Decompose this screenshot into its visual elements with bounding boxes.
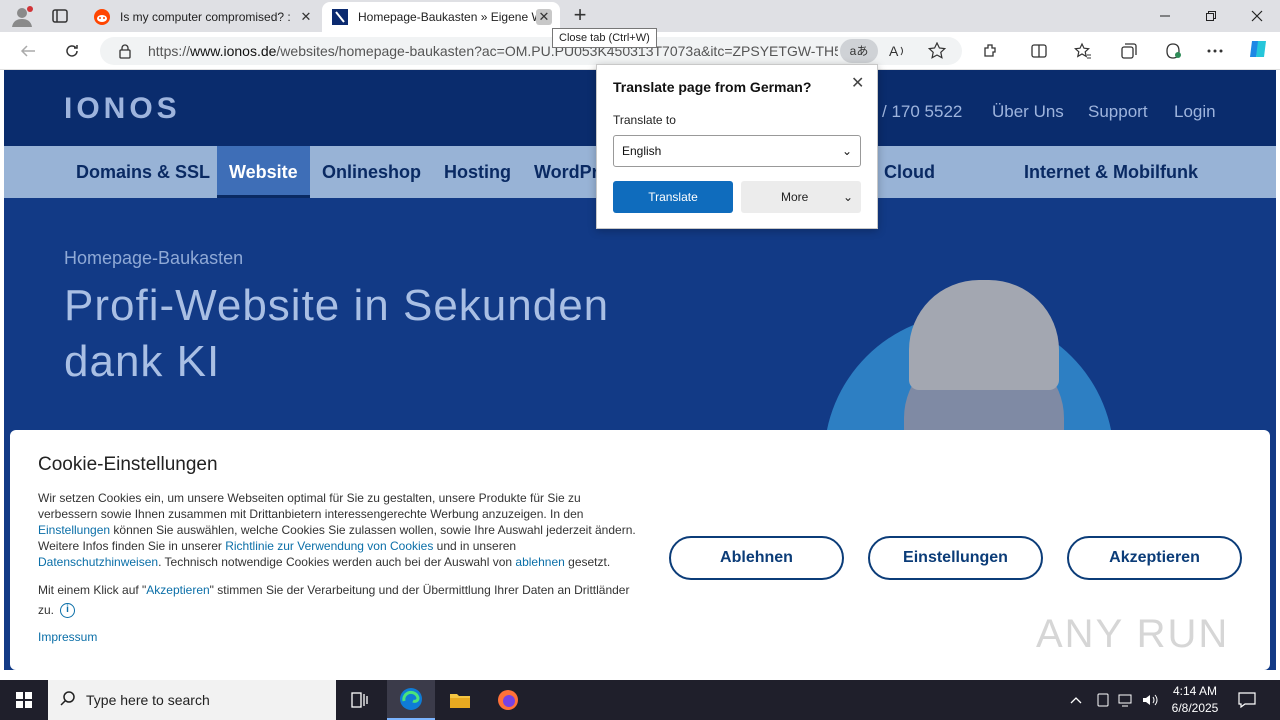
file-explorer-icon[interactable] xyxy=(436,680,484,720)
cookie-title: Cookie-Einstellungen xyxy=(38,454,218,475)
translate-button[interactable]: Translate xyxy=(613,181,733,213)
tab-ionos[interactable]: Homepage-Baukasten » Eigene W ✕ xyxy=(322,2,560,32)
menu-domains[interactable]: Domains & SSL xyxy=(76,146,210,198)
tab-reddit[interactable]: Is my computer compromised? : ✕ xyxy=(84,2,322,32)
translate-title: Translate page from German? xyxy=(613,79,812,95)
volume-icon[interactable] xyxy=(1142,680,1158,720)
settings-button[interactable]: Einstellungen xyxy=(868,536,1043,580)
hero-headline: Profi-Website in Sekunden dank KI xyxy=(64,281,610,386)
menu-hosting[interactable]: Hosting xyxy=(444,146,511,198)
chevron-down-icon: ⌄ xyxy=(842,190,853,204)
url-text[interactable]: https://www.ionos.de/websites/homepage-b… xyxy=(148,43,838,59)
reject-button[interactable]: Ablehnen xyxy=(669,536,844,580)
profile-icon[interactable] xyxy=(8,4,36,28)
tab-title: Is my computer compromised? : xyxy=(120,10,291,24)
task-view-icon[interactable] xyxy=(336,680,384,720)
tab-title: Homepage-Baukasten » Eigene W xyxy=(358,10,536,24)
header-link-support[interactable]: Support xyxy=(1088,102,1148,122)
clock-date: 6/8/2025 xyxy=(1171,701,1219,715)
favorites-icon[interactable] xyxy=(1072,40,1094,62)
header-link-about[interactable]: Über Uns xyxy=(992,102,1064,122)
hero-kicker: Homepage-Baukasten xyxy=(64,248,244,268)
menu-internet[interactable]: Internet & Mobilfunk xyxy=(1024,146,1198,198)
translate-icon[interactable]: aあ xyxy=(840,39,878,63)
cookie-consent-text: Mit einem Klick auf "Akzeptieren" stimme… xyxy=(38,583,630,619)
browser-essentials-icon[interactable] xyxy=(1162,40,1184,62)
menu-website[interactable]: Website xyxy=(217,146,310,198)
header-link-login[interactable]: Login xyxy=(1174,102,1216,122)
windows-start-icon[interactable] xyxy=(0,680,48,720)
impressum-link[interactable]: Impressum xyxy=(38,630,97,644)
link-privacy[interactable]: Datenschutzhinweisen xyxy=(38,555,158,569)
refresh-icon[interactable] xyxy=(58,38,86,64)
split-screen-icon[interactable] xyxy=(1028,40,1050,62)
read-aloud-icon[interactable]: A xyxy=(888,42,906,65)
link-cookie-policy[interactable]: Richtlinie zur Verwendung von Cookies xyxy=(225,539,433,553)
accept-button[interactable]: Akzeptieren xyxy=(1067,536,1242,580)
link-ablehnen[interactable]: ablehnen xyxy=(515,555,564,569)
info-icon[interactable]: i xyxy=(60,603,76,619)
close-tab-icon[interactable]: ✕ xyxy=(536,9,552,25)
close-tab-icon[interactable]: ✕ xyxy=(298,9,314,25)
minimize-icon[interactable] xyxy=(1142,0,1188,32)
back-icon[interactable] xyxy=(14,38,42,64)
search-icon xyxy=(60,690,76,711)
phone-number[interactable]: / 170 5522 xyxy=(882,102,962,122)
translate-popup: Translate page from German? ✕ Translate … xyxy=(596,64,878,229)
tab-actions-icon[interactable] xyxy=(46,4,74,28)
extensions-icon[interactable] xyxy=(980,40,1002,62)
link-einstellungen[interactable]: Einstellungen xyxy=(38,523,110,537)
language-select[interactable]: English ⌄ xyxy=(613,135,861,167)
more-button[interactable]: More ⌄ xyxy=(741,181,861,213)
taskbar: Type here to search 4:14 AM 6/8/2025 xyxy=(0,680,1280,720)
clock-time: 4:14 AM xyxy=(1172,684,1218,698)
restore-icon[interactable] xyxy=(1188,0,1234,32)
notifications-icon[interactable] xyxy=(1238,680,1256,720)
reddit-icon xyxy=(94,9,110,25)
edge-taskbar-icon[interactable] xyxy=(387,680,435,720)
search-placeholder: Type here to search xyxy=(86,692,210,708)
show-hidden-icons[interactable] xyxy=(1070,680,1082,720)
address-bar[interactable]: https://www.ionos.de/websites/homepage-b… xyxy=(100,37,962,65)
cookie-text: Wir setzen Cookies ein, um unsere Websei… xyxy=(38,491,636,569)
menu-cloud[interactable]: Cloud xyxy=(884,146,935,198)
favorite-star-icon[interactable] xyxy=(927,41,947,65)
lock-icon[interactable] xyxy=(118,43,132,64)
link-akzeptieren[interactable]: Akzeptieren xyxy=(146,583,209,597)
copilot-icon[interactable] xyxy=(1246,38,1268,60)
translate-to-label: Translate to xyxy=(613,113,676,127)
new-tab-button[interactable]: + xyxy=(568,4,592,28)
svg-text:A: A xyxy=(889,43,899,59)
taskbar-clock[interactable]: 4:14 AM 6/8/2025 xyxy=(1160,683,1230,717)
ionos-icon xyxy=(332,9,348,25)
menu-onlineshop[interactable]: Onlineshop xyxy=(322,146,421,198)
chevron-down-icon: ⌄ xyxy=(841,144,852,158)
more-options-icon[interactable] xyxy=(1204,40,1226,62)
ionos-logo[interactable]: IONOS xyxy=(64,92,181,126)
menu-wordpress[interactable]: WordPr xyxy=(534,146,599,198)
close-tab-tooltip: Close tab (Ctrl+W) xyxy=(552,28,657,48)
close-icon[interactable]: ✕ xyxy=(851,73,864,93)
collections-icon[interactable] xyxy=(1118,40,1140,62)
taskbar-search[interactable]: Type here to search xyxy=(48,680,336,720)
hero-hat-image xyxy=(909,280,1059,390)
device-icon[interactable] xyxy=(1096,680,1110,720)
network-icon[interactable] xyxy=(1118,680,1134,720)
close-window-icon[interactable] xyxy=(1234,0,1280,32)
firefox-icon[interactable] xyxy=(484,680,532,720)
anyrun-watermark: ANY RUN xyxy=(1036,612,1230,656)
